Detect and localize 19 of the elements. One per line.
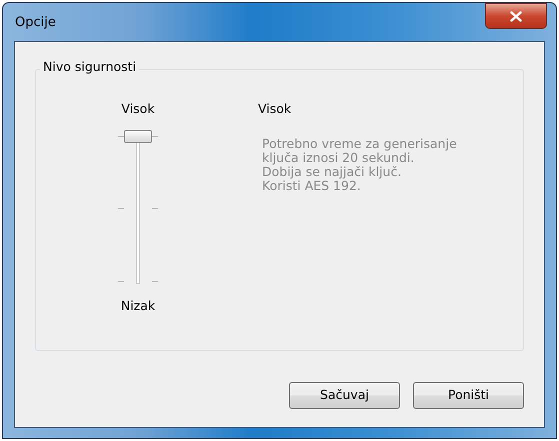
tick-mark bbox=[152, 136, 158, 137]
tick-mark bbox=[118, 280, 124, 282]
level-description: Potrebno vreme za generisanje ključa iznosi 20 sekundi. bbox=[262, 136, 458, 165]
tick-mark bbox=[118, 208, 124, 210]
close-button[interactable] bbox=[485, 3, 547, 29]
dialog-button[interactable]: Sačuvaj bbox=[289, 382, 400, 409]
group-title: Nivo sigurnosti bbox=[40, 61, 140, 74]
slider-thumb[interactable] bbox=[124, 130, 152, 143]
close-icon bbox=[510, 10, 522, 22]
level-description: Koristi AES 192. bbox=[262, 178, 361, 193]
slider-bottom-label: Nizak bbox=[120, 296, 156, 315]
dialog-button[interactable]: Poništi bbox=[413, 382, 524, 409]
window-title: Opcije bbox=[14, 14, 56, 32]
level-description: Dobija se najjači ključ. bbox=[262, 164, 402, 179]
tick-mark bbox=[152, 208, 158, 210]
slider-top-label: Visok bbox=[121, 100, 155, 118]
tick-mark bbox=[118, 136, 124, 137]
level-name: Visok bbox=[258, 100, 292, 118]
tick-mark bbox=[152, 280, 158, 282]
